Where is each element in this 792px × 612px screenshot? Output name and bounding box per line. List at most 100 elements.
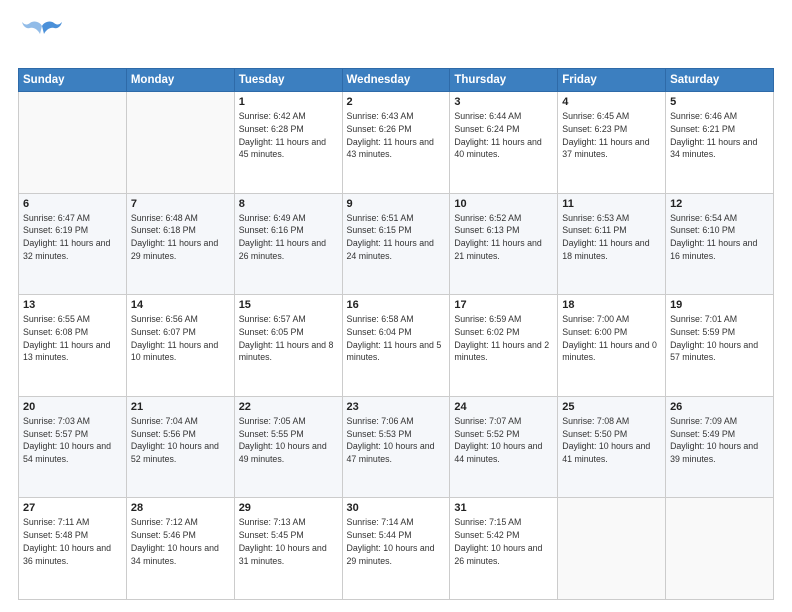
weekday-header-saturday: Saturday <box>666 69 774 92</box>
calendar-cell: 15Sunrise: 6:57 AMSunset: 6:05 PMDayligh… <box>234 295 342 397</box>
day-info: Sunrise: 6:43 AMSunset: 6:26 PMDaylight:… <box>347 110 446 161</box>
calendar-cell: 9 Sunrise: 6:51 AMSunset: 6:15 PMDaylight… <box>342 193 450 295</box>
day-info: Sunrise: 7:14 AMSunset: 5:44 PMDaylight:… <box>347 516 446 567</box>
calendar-cell <box>19 92 127 194</box>
weekday-header-thursday: Thursday <box>450 69 558 92</box>
weekday-header-monday: Monday <box>126 69 234 92</box>
calendar-cell: 22 Sunrise: 7:05 AMSunset: 5:55 PMDayligh… <box>234 396 342 498</box>
day-info: Sunrise: 6:49 AMSunset: 6:16 PMDaylight:… <box>239 212 338 263</box>
day-number: 3 <box>454 96 553 108</box>
day-info: Sunrise: 7:06 AMSunset: 5:53 PMDaylight:… <box>347 415 446 466</box>
day-info: Sunrise: 6:48 AMSunset: 6:18 PMDaylight:… <box>131 212 230 263</box>
day-number: 17 <box>454 299 553 311</box>
header <box>18 18 774 58</box>
day-info: Sunrise: 6:47 AMSunset: 6:19 PMDaylight:… <box>23 212 122 263</box>
calendar-cell: 25 Sunrise: 7:08 AMSunset: 5:50 PMDayligh… <box>558 396 666 498</box>
calendar-cell: 11 Sunrise: 6:53 AMSunset: 6:11 PMDayligh… <box>558 193 666 295</box>
day-number: 8 <box>239 198 338 210</box>
day-info: Sunrise: 7:11 AMSunset: 5:48 PMDaylight:… <box>23 516 122 567</box>
week-row-4: 20 Sunrise: 7:03 AMSunset: 5:57 PMDayligh… <box>19 396 774 498</box>
logo-icon <box>18 18 66 58</box>
calendar-cell: 16Sunrise: 6:58 AMSunset: 6:04 PMDayligh… <box>342 295 450 397</box>
calendar-cell: 23Sunrise: 7:06 AMSunset: 5:53 PMDayligh… <box>342 396 450 498</box>
weekday-header-row: SundayMondayTuesdayWednesdayThursdayFrid… <box>19 69 774 92</box>
week-row-5: 27 Sunrise: 7:11 AMSunset: 5:48 PMDayligh… <box>19 498 774 600</box>
calendar-cell: 2 Sunrise: 6:43 AMSunset: 6:26 PMDaylight… <box>342 92 450 194</box>
day-number: 14 <box>131 299 230 311</box>
calendar-cell <box>558 498 666 600</box>
calendar-cell: 24 Sunrise: 7:07 AMSunset: 5:52 PMDayligh… <box>450 396 558 498</box>
calendar-cell: 17 Sunrise: 6:59 AMSunset: 6:02 PMDayligh… <box>450 295 558 397</box>
day-number: 18 <box>562 299 661 311</box>
calendar-cell: 29Sunrise: 7:13 AMSunset: 5:45 PMDayligh… <box>234 498 342 600</box>
calendar-cell: 19Sunrise: 7:01 AMSunset: 5:59 PMDayligh… <box>666 295 774 397</box>
page: SundayMondayTuesdayWednesdayThursdayFrid… <box>0 0 792 612</box>
calendar-cell: 14 Sunrise: 6:56 AMSunset: 6:07 PMDayligh… <box>126 295 234 397</box>
calendar-cell: 10 Sunrise: 6:52 AMSunset: 6:13 PMDayligh… <box>450 193 558 295</box>
day-info: Sunrise: 6:44 AMSunset: 6:24 PMDaylight:… <box>454 110 553 161</box>
day-number: 31 <box>454 502 553 514</box>
logo <box>18 18 70 58</box>
calendar-cell: 30 Sunrise: 7:14 AMSunset: 5:44 PMDayligh… <box>342 498 450 600</box>
day-info: Sunrise: 6:42 AMSunset: 6:28 PMDaylight:… <box>239 110 338 161</box>
day-info: Sunrise: 6:46 AMSunset: 6:21 PMDaylight:… <box>670 110 769 161</box>
day-info: Sunrise: 7:04 AMSunset: 5:56 PMDaylight:… <box>131 415 230 466</box>
day-info: Sunrise: 6:57 AMSunset: 6:05 PMDaylight:… <box>239 313 338 364</box>
weekday-header-friday: Friday <box>558 69 666 92</box>
day-number: 2 <box>347 96 446 108</box>
day-info: Sunrise: 7:07 AMSunset: 5:52 PMDaylight:… <box>454 415 553 466</box>
day-number: 27 <box>23 502 122 514</box>
calendar-cell: 27 Sunrise: 7:11 AMSunset: 5:48 PMDayligh… <box>19 498 127 600</box>
day-info: Sunrise: 7:05 AMSunset: 5:55 PMDaylight:… <box>239 415 338 466</box>
calendar-cell: 21Sunrise: 7:04 AMSunset: 5:56 PMDayligh… <box>126 396 234 498</box>
weekday-header-sunday: Sunday <box>19 69 127 92</box>
calendar-cell: 28Sunrise: 7:12 AMSunset: 5:46 PMDayligh… <box>126 498 234 600</box>
calendar-cell: 7 Sunrise: 6:48 AMSunset: 6:18 PMDaylight… <box>126 193 234 295</box>
day-number: 10 <box>454 198 553 210</box>
day-number: 22 <box>239 401 338 413</box>
day-number: 13 <box>23 299 122 311</box>
day-info: Sunrise: 6:55 AMSunset: 6:08 PMDaylight:… <box>23 313 122 364</box>
day-number: 9 <box>347 198 446 210</box>
day-info: Sunrise: 7:09 AMSunset: 5:49 PMDaylight:… <box>670 415 769 466</box>
day-info: Sunrise: 6:56 AMSunset: 6:07 PMDaylight:… <box>131 313 230 364</box>
day-info: Sunrise: 6:53 AMSunset: 6:11 PMDaylight:… <box>562 212 661 263</box>
day-info: Sunrise: 7:13 AMSunset: 5:45 PMDaylight:… <box>239 516 338 567</box>
day-info: Sunrise: 6:59 AMSunset: 6:02 PMDaylight:… <box>454 313 553 364</box>
day-number: 1 <box>239 96 338 108</box>
day-info: Sunrise: 7:12 AMSunset: 5:46 PMDaylight:… <box>131 516 230 567</box>
day-info: Sunrise: 7:15 AMSunset: 5:42 PMDaylight:… <box>454 516 553 567</box>
day-info: Sunrise: 6:51 AMSunset: 6:15 PMDaylight:… <box>347 212 446 263</box>
day-number: 30 <box>347 502 446 514</box>
calendar-cell: 5 Sunrise: 6:46 AMSunset: 6:21 PMDaylight… <box>666 92 774 194</box>
calendar-cell: 6Sunrise: 6:47 AMSunset: 6:19 PMDaylight… <box>19 193 127 295</box>
day-info: Sunrise: 6:45 AMSunset: 6:23 PMDaylight:… <box>562 110 661 161</box>
day-number: 25 <box>562 401 661 413</box>
calendar-cell: 18 Sunrise: 7:00 AMSunset: 6:00 PMDayligh… <box>558 295 666 397</box>
day-number: 4 <box>562 96 661 108</box>
day-number: 20 <box>23 401 122 413</box>
weekday-header-wednesday: Wednesday <box>342 69 450 92</box>
calendar-cell: 31 Sunrise: 7:15 AMSunset: 5:42 PMDayligh… <box>450 498 558 600</box>
day-info: Sunrise: 7:00 AMSunset: 6:00 PMDaylight:… <box>562 313 661 364</box>
week-row-1: 1 Sunrise: 6:42 AMSunset: 6:28 PMDaylight… <box>19 92 774 194</box>
calendar-cell: 26Sunrise: 7:09 AMSunset: 5:49 PMDayligh… <box>666 396 774 498</box>
day-info: Sunrise: 7:03 AMSunset: 5:57 PMDaylight:… <box>23 415 122 466</box>
day-number: 12 <box>670 198 769 210</box>
day-number: 5 <box>670 96 769 108</box>
day-info: Sunrise: 6:52 AMSunset: 6:13 PMDaylight:… <box>454 212 553 263</box>
day-info: Sunrise: 6:58 AMSunset: 6:04 PMDaylight:… <box>347 313 446 364</box>
calendar-cell: 20 Sunrise: 7:03 AMSunset: 5:57 PMDayligh… <box>19 396 127 498</box>
calendar-cell: 3 Sunrise: 6:44 AMSunset: 6:24 PMDaylight… <box>450 92 558 194</box>
day-number: 24 <box>454 401 553 413</box>
weekday-header-tuesday: Tuesday <box>234 69 342 92</box>
calendar-cell: 13 Sunrise: 6:55 AMSunset: 6:08 PMDayligh… <box>19 295 127 397</box>
calendar-cell: 12Sunrise: 6:54 AMSunset: 6:10 PMDayligh… <box>666 193 774 295</box>
week-row-2: 6Sunrise: 6:47 AMSunset: 6:19 PMDaylight… <box>19 193 774 295</box>
day-info: Sunrise: 7:08 AMSunset: 5:50 PMDaylight:… <box>562 415 661 466</box>
day-number: 7 <box>131 198 230 210</box>
day-number: 11 <box>562 198 661 210</box>
calendar-cell <box>666 498 774 600</box>
calendar-cell: 8 Sunrise: 6:49 AMSunset: 6:16 PMDaylight… <box>234 193 342 295</box>
week-row-3: 13 Sunrise: 6:55 AMSunset: 6:08 PMDayligh… <box>19 295 774 397</box>
